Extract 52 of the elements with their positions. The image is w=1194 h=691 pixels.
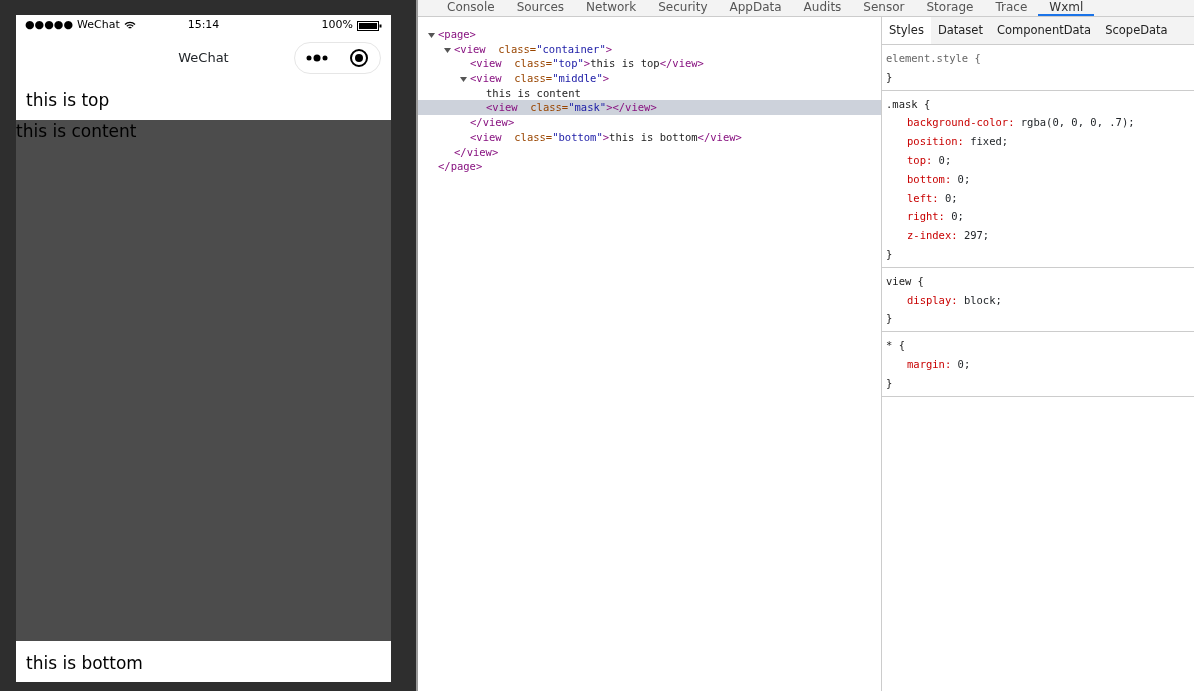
css-brace: }	[886, 246, 893, 262]
wifi-icon	[123, 21, 136, 30]
tree-line[interactable]: this is content	[418, 85, 881, 101]
tree-line[interactable]: <view class="container">	[418, 41, 881, 57]
devtools-tab[interactable]: Sensor	[852, 0, 916, 16]
css-brace: }	[886, 375, 893, 391]
css-brace: }	[886, 69, 893, 85]
tree-line[interactable]: </page>	[418, 159, 881, 174]
signal-dots: ●●●●●	[25, 17, 73, 34]
top-text: this is top	[26, 90, 110, 110]
expand-toggle-icon[interactable]	[444, 46, 451, 54]
devtools-tab[interactable]: Audits	[792, 0, 853, 16]
css-declaration: top: 0;	[907, 154, 952, 166]
tree-line[interactable]: <view class="bottom">this is bottom</view>	[418, 129, 881, 145]
css-declaration: margin: 0;	[907, 357, 971, 370]
css-declaration: display: block;	[907, 293, 1002, 306]
nav-title: WeChat	[178, 49, 229, 68]
tree-line[interactable]: </view>	[418, 115, 881, 130]
css-selector: view {	[886, 273, 924, 289]
css-declaration: bottom: 0;	[907, 172, 971, 185]
status-time: 15:14	[187, 17, 220, 34]
close-target-icon[interactable]	[349, 48, 370, 68]
css-declaration: left: 0;	[907, 191, 958, 204]
devtools-tab[interactable]: Network	[575, 0, 648, 16]
devtools-tab[interactable]: Console	[436, 0, 506, 16]
bottom-text: this is bottom	[26, 653, 143, 673]
capsule-menu[interactable]	[294, 42, 381, 74]
more-icon[interactable]	[305, 54, 328, 62]
css-selector: element.style {	[886, 51, 981, 66]
css-brace: }	[886, 311, 893, 327]
panel-tab[interactable]: Styles	[882, 17, 931, 44]
tree-line[interactable]: <page>	[418, 27, 881, 42]
battery-icon	[357, 20, 382, 31]
carrier-name: WeChat	[77, 17, 120, 34]
battery-percent: 100%	[321, 17, 353, 34]
devtools-tab[interactable]: AppData	[718, 0, 793, 16]
css-declaration: position: fixed;	[907, 135, 1009, 148]
css-selector: * {	[886, 338, 905, 354]
devtools-tab[interactable]: Security	[647, 0, 719, 16]
css-declaration: background-color: rgba(0, 0, 0, .7);	[907, 116, 1135, 129]
devtools-tab[interactable]: Storage	[915, 0, 985, 16]
expand-toggle-icon[interactable]	[460, 76, 467, 84]
css-selector: .mask {	[886, 96, 931, 112]
tree-line[interactable]: </view>	[418, 144, 881, 160]
css-declaration: right: 0;	[907, 210, 964, 223]
devtools-tab[interactable]: Sources	[505, 0, 576, 16]
expand-toggle-icon[interactable]	[428, 32, 435, 39]
content-text: this is content	[16, 120, 137, 142]
tree-line[interactable]: <view class="middle">	[418, 71, 881, 86]
devtools-tab[interactable]: Trace	[984, 0, 1039, 16]
tree-line[interactable]: <view class="top">this is top</view>	[418, 56, 881, 72]
css-declaration: z-index: 297;	[907, 229, 990, 242]
